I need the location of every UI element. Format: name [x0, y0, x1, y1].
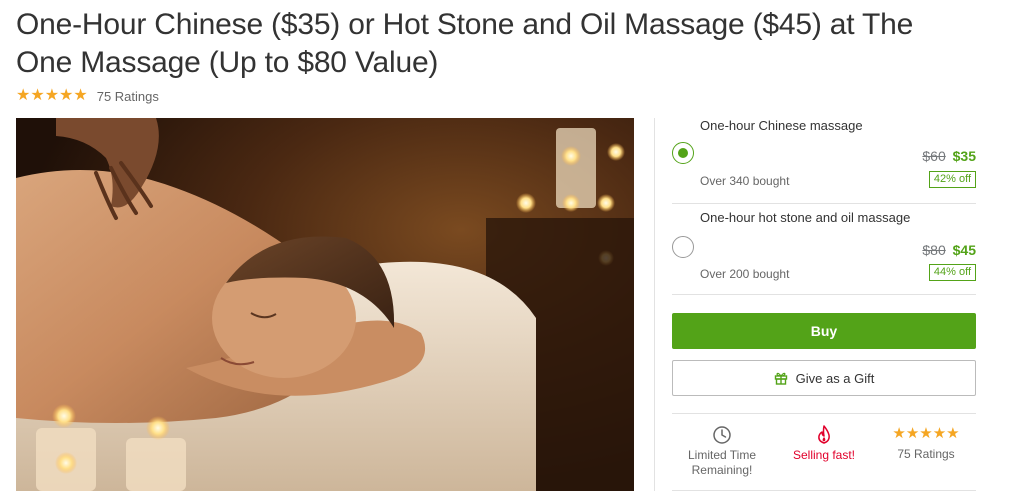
gift-label: Give as a Gift: [795, 370, 875, 386]
deal-title: One-Hour Chinese ($35) or Hot Stone and …: [16, 8, 914, 79]
star-rating: ★ ★ ★ ★ ★: [876, 425, 976, 442]
option-price: $80 $45: [922, 242, 976, 258]
deal-price: $45: [952, 242, 976, 258]
star-icon: ★: [892, 425, 906, 442]
section-divider: [672, 413, 976, 414]
option-radio[interactable]: [672, 236, 694, 258]
option-radio-selected[interactable]: [672, 142, 694, 164]
give-as-gift-button[interactable]: Give as a Gift: [672, 360, 976, 396]
original-price: $60: [922, 148, 946, 164]
option-title: One-hour Chinese massage: [700, 118, 863, 133]
limited-time-badge: Limited Time Remaining!: [672, 425, 772, 478]
star-icon: ★: [30, 87, 45, 104]
buy-button[interactable]: Buy: [672, 313, 976, 349]
star-icon: ★: [932, 425, 947, 442]
flame-icon: [818, 425, 830, 444]
limited-time-line2: Remaining!: [691, 463, 753, 477]
column-divider: [654, 118, 655, 491]
star-icon: ★: [44, 87, 60, 104]
selling-fast-badge: Selling fast!: [774, 425, 874, 463]
option-title: One-hour hot stone and oil massage: [700, 210, 911, 225]
gift-icon: [774, 372, 787, 385]
option-chinese-massage[interactable]: One-hour Chinese massage Over 340 bought…: [672, 112, 976, 204]
deal-photo: [16, 118, 634, 491]
option-price: $60 $35: [922, 148, 976, 164]
original-price: $80: [922, 242, 946, 258]
deal-price: $35: [952, 148, 976, 164]
rating-count[interactable]: 75 Ratings: [97, 89, 159, 104]
bought-count: Over 340 bought: [700, 174, 790, 188]
ratings-badge-label: 75 Ratings: [897, 447, 955, 461]
star-icon: ★: [73, 87, 88, 104]
limited-time-line1: Limited Time: [687, 448, 757, 462]
selling-fast-label: Selling fast!: [792, 448, 856, 462]
star-icon: ★: [16, 87, 31, 104]
rating-summary[interactable]: ★ ★ ★ ★ ★ 75 Ratings: [16, 87, 159, 105]
discount-badge: 42% off: [928, 171, 976, 188]
star-icon: ★: [59, 87, 74, 104]
ratings-badge[interactable]: ★ ★ ★ ★ ★ 75 Ratings: [876, 425, 976, 462]
clock-icon: [713, 426, 731, 444]
star-icon: ★: [905, 425, 920, 442]
bought-count: Over 200 bought: [700, 267, 790, 281]
star-icon: ★: [919, 425, 933, 442]
discount-badge: 44% off: [928, 264, 976, 281]
star-rating: ★ ★ ★ ★ ★: [16, 88, 88, 104]
star-icon: ★: [946, 425, 960, 442]
option-hot-stone-massage[interactable]: One-hour hot stone and oil massage Over …: [672, 204, 976, 295]
